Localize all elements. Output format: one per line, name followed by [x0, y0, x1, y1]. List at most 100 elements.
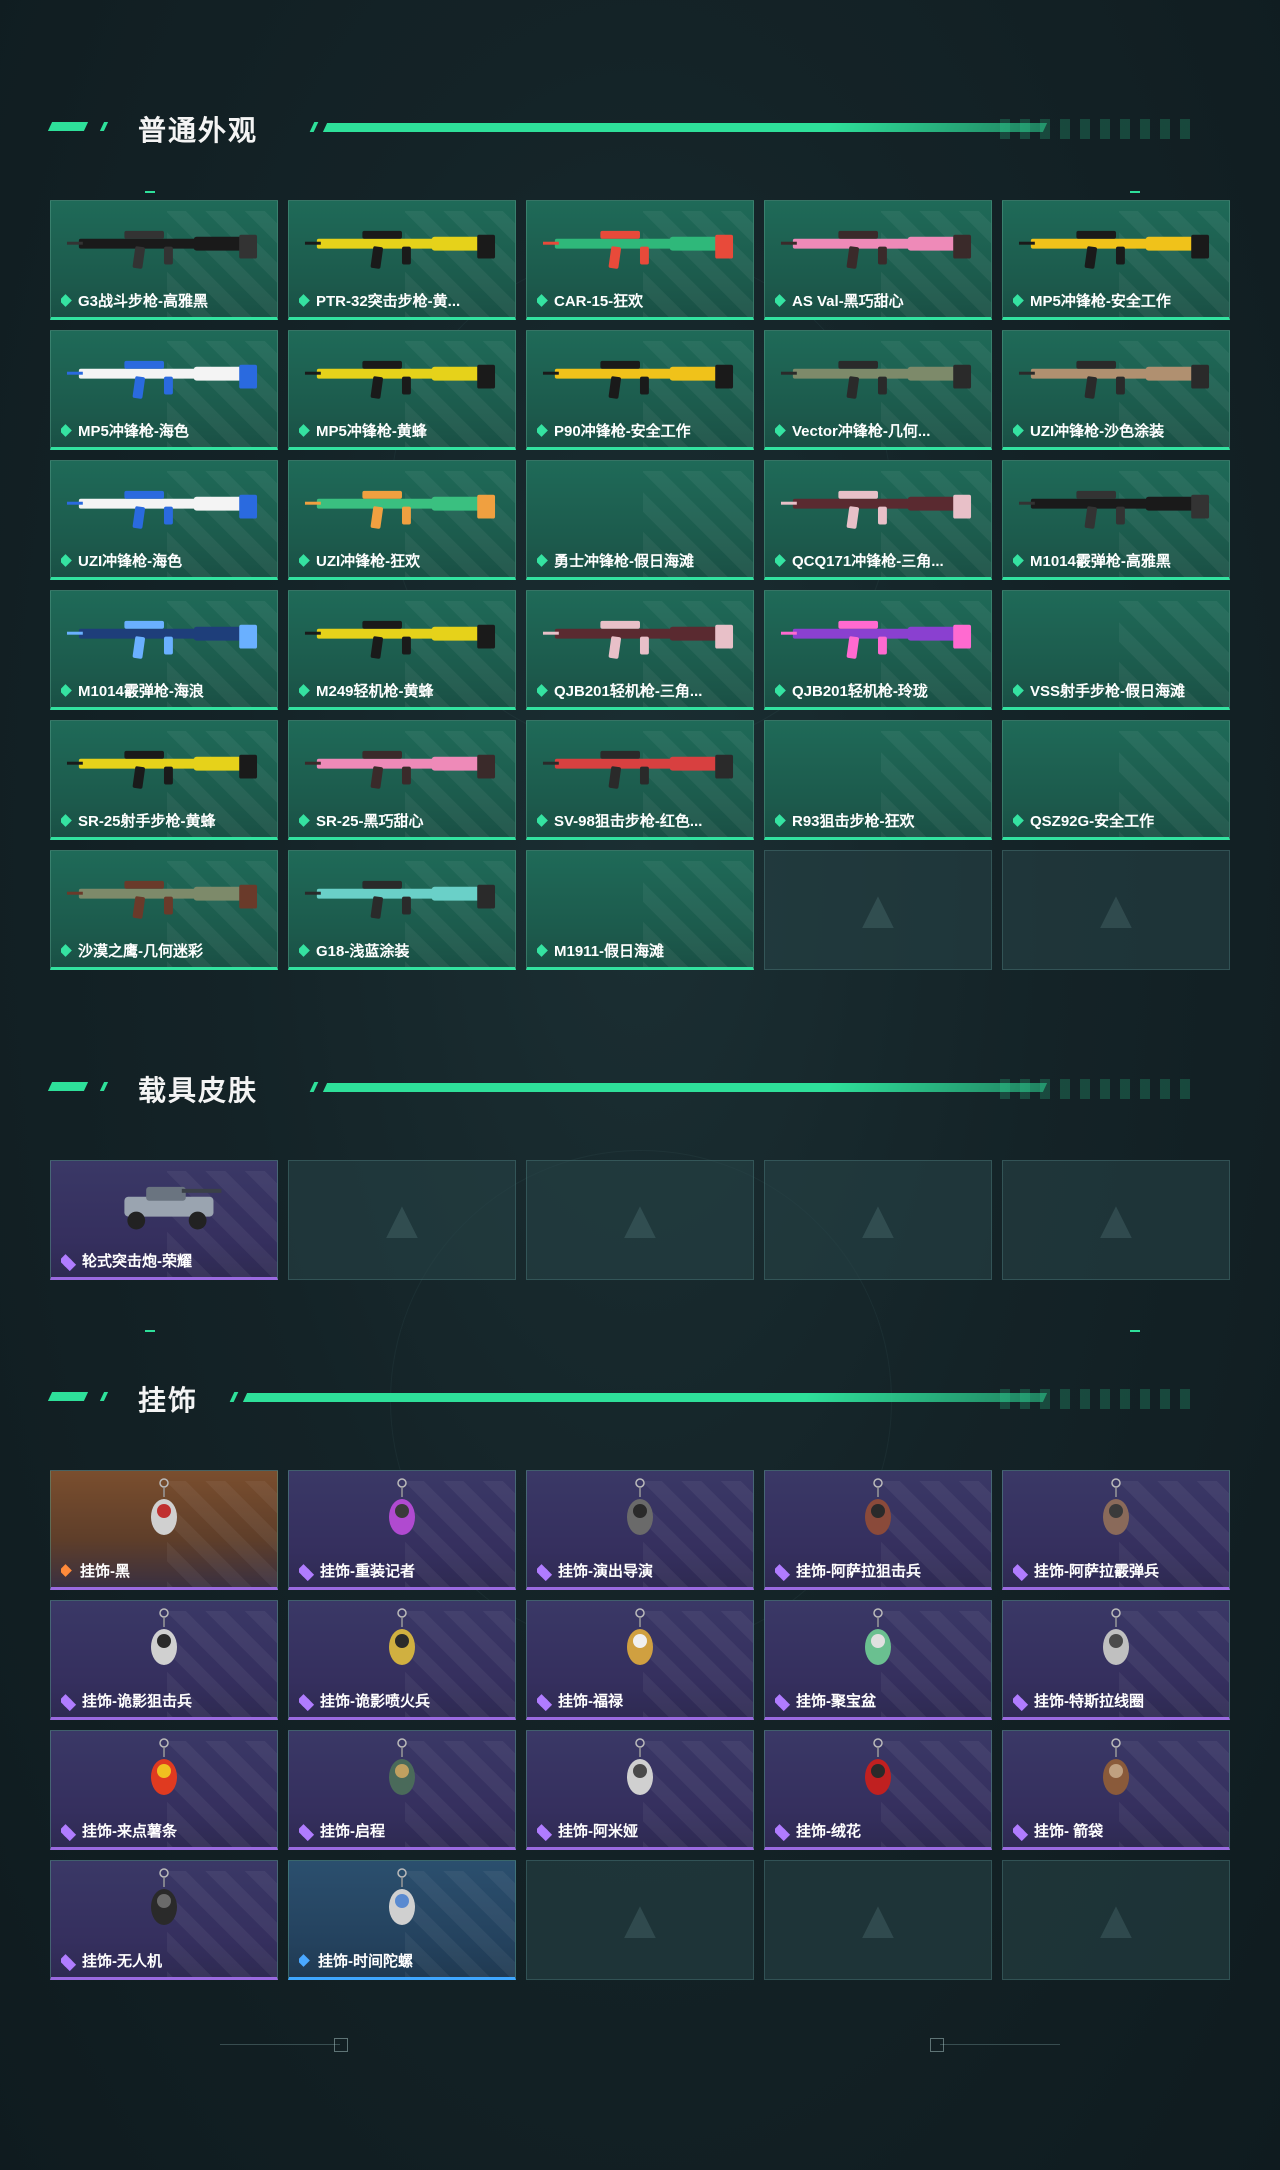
item-name: Vector冲锋枪-几何... [792, 423, 931, 440]
weapon-skin-card[interactable]: SR-25射手步枪-黄蜂 [50, 720, 278, 840]
charm-card[interactable]: 挂饰-福禄 [526, 1600, 754, 1720]
corner-tick [1130, 1330, 1140, 1332]
item-name: R93狙击步枪-狂欢 [792, 813, 915, 830]
weapon-skin-card[interactable]: CAR-15-狂欢 [526, 200, 754, 320]
section-title: 挂饰 [138, 1385, 199, 1416]
weapon-image [1018, 360, 1210, 399]
charm-card[interactable]: 挂饰-阿萨拉霰弹兵 [1002, 1470, 1230, 1590]
item-name: 挂饰-黑 [80, 1563, 130, 1580]
charm-card[interactable]: 挂饰-聚宝盆 [764, 1600, 992, 1720]
section-header: 挂饰 [47, 1377, 1230, 1417]
charm-card[interactable]: 挂饰-诡影狙击兵 [50, 1600, 278, 1720]
weapon-skin-card[interactable]: QCQ171冲锋枪-三角... [764, 460, 992, 580]
weapon-skin-card[interactable]: R93狙击步枪-狂欢 [764, 720, 992, 840]
rarity-diamond-icon [299, 684, 310, 697]
item-name: MP5冲锋枪-黄蜂 [316, 423, 427, 440]
charm-card[interactable]: 挂饰-无人机 [50, 1860, 278, 1980]
charm-card[interactable]: 挂饰-绒花 [764, 1730, 992, 1850]
weapon-skin-card[interactable]: G18-浅蓝涂装 [288, 850, 516, 970]
item-label: G3战斗步枪-高雅黑 [61, 290, 269, 311]
charm-card[interactable]: 挂饰-阿萨拉狙击兵 [764, 1470, 992, 1590]
charm-image [1103, 1738, 1129, 1795]
weapon-skin-card[interactable]: SV-98狙击步枪-红色... [526, 720, 754, 840]
rarity-diamond-icon [1013, 1694, 1024, 1707]
charm-card[interactable]: 挂饰- 箭袋 [1002, 1730, 1230, 1850]
corner-tick [1130, 191, 1140, 193]
charm-card[interactable]: 挂饰-黑 [50, 1470, 278, 1590]
item-label: 挂饰-来点薯条 [61, 1820, 269, 1841]
charm-card[interactable]: 挂饰-时间陀螺 [288, 1860, 516, 1980]
weapon-skin-card[interactable]: M1911-假日海滩 [526, 850, 754, 970]
item-label: M249轻机枪-黄蜂 [299, 680, 507, 701]
charm-card[interactable]: 挂饰-启程 [288, 1730, 516, 1850]
item-name: M1911-假日海滩 [554, 943, 665, 960]
weapon-skin-card[interactable]: PTR-32突击步枪-黄... [288, 200, 516, 320]
item-name: 挂饰-特斯拉线圈 [1034, 1693, 1144, 1710]
item-label: VSS射手步枪-假日海滩 [1013, 680, 1221, 701]
item-label: 挂饰-绒花 [775, 1820, 983, 1841]
weapon-image-wrap [65, 475, 263, 531]
item-name: VSS射手步枪-假日海滩 [1030, 683, 1186, 700]
vehicle-skin-card[interactable]: 轮式突击炮-荣耀 [50, 1160, 278, 1280]
weapon-skin-card[interactable]: M249轻机枪-黄蜂 [288, 590, 516, 710]
weapon-skin-card[interactable]: P90冲锋枪-安全工作 [526, 330, 754, 450]
weapon-skin-card[interactable]: UZI冲锋枪-海色 [50, 460, 278, 580]
item-label: UZI冲锋枪-沙色涂装 [1013, 420, 1221, 441]
rarity-diamond-icon [61, 1954, 72, 1967]
item-name: PTR-32突击步枪-黄... [316, 293, 461, 310]
weapon-image-wrap [303, 475, 501, 531]
placeholder-logo-icon: ▲ [851, 880, 905, 940]
weapon-skin-card[interactable]: VSS射手步枪-假日海滩 [1002, 590, 1230, 710]
charm-card[interactable]: 挂饰-演出导演 [526, 1470, 754, 1590]
header-line-tick [309, 1082, 319, 1092]
charm-card[interactable]: 挂饰-来点薯条 [50, 1730, 278, 1850]
item-label: 挂饰-时间陀螺 [299, 1950, 507, 1971]
item-name: MP5冲锋枪-安全工作 [1030, 293, 1171, 310]
weapon-skin-card[interactable]: MP5冲锋枪-海色 [50, 330, 278, 450]
charm-image [627, 1608, 653, 1665]
charm-card[interactable]: 挂饰-阿米娅 [526, 1730, 754, 1850]
weapon-skin-card[interactable]: M1014霰弹枪-高雅黑 [1002, 460, 1230, 580]
item-label: 挂饰-无人机 [61, 1950, 269, 1971]
charm-card[interactable]: 挂饰-特斯拉线圈 [1002, 1600, 1230, 1720]
rarity-diamond-icon [775, 294, 786, 307]
item-name: UZI冲锋枪-海色 [78, 553, 183, 570]
item-label: PTR-32突击步枪-黄... [299, 290, 507, 311]
rarity-diamond-icon [775, 684, 786, 697]
weapon-skin-card[interactable]: SR-25-黑巧甜心 [288, 720, 516, 840]
item-label: 挂饰-阿米娅 [537, 1820, 745, 1841]
rarity-diamond-icon [775, 1564, 786, 1577]
weapon-skin-card[interactable]: MP5冲锋枪-黄蜂 [288, 330, 516, 450]
empty-slot: ▲ [764, 850, 992, 970]
weapon-skin-card[interactable]: M1014霰弹枪-海浪 [50, 590, 278, 710]
weapon-skin-card[interactable]: MP5冲锋枪-安全工作 [1002, 200, 1230, 320]
item-name: 挂饰-来点薯条 [82, 1823, 177, 1840]
section-header: 载具皮肤 [47, 1067, 1230, 1107]
item-label: SV-98狙击步枪-红色... [537, 810, 745, 831]
weapon-skin-card[interactable]: 沙漠之鹰-几何迷彩 [50, 850, 278, 970]
weapon-skin-card[interactable]: QSZ92G-安全工作 [1002, 720, 1230, 840]
item-name: UZI冲锋枪-狂欢 [316, 553, 421, 570]
weapon-skin-card[interactable]: UZI冲锋枪-狂欢 [288, 460, 516, 580]
weapon-skin-card[interactable]: QJB201轻机枪-玲珑 [764, 590, 992, 710]
item-label: 挂饰-聚宝盆 [775, 1690, 983, 1711]
weapon-skin-card[interactable]: G3战斗步枪-高雅黑 [50, 200, 278, 320]
item-name: 挂饰- 箭袋 [1034, 1823, 1104, 1840]
item-name: 挂饰-阿萨拉狙击兵 [796, 1563, 921, 1580]
item-name: 挂饰-演出导演 [558, 1563, 653, 1580]
item-label: QJB201轻机枪-玲珑 [775, 680, 983, 701]
item-label: UZI冲锋枪-海色 [61, 550, 269, 571]
weapon-skin-card[interactable]: 勇士冲锋枪-假日海滩 [526, 460, 754, 580]
weapon-skin-card[interactable]: QJB201轻机枪-三角... [526, 590, 754, 710]
weapon-image [304, 360, 496, 399]
charm-card[interactable]: 挂饰-重装记者 [288, 1470, 516, 1590]
weapon-skin-card[interactable]: Vector冲锋枪-几何... [764, 330, 992, 450]
header-accent-tick [99, 1392, 109, 1401]
weapon-image-wrap [779, 345, 977, 401]
weapon-image-wrap [541, 735, 739, 791]
weapon-skin-card[interactable]: UZI冲锋枪-沙色涂装 [1002, 330, 1230, 450]
weapon-skin-card[interactable]: AS Val-黑巧甜心 [764, 200, 992, 320]
weapon-image [66, 230, 258, 269]
charm-card[interactable]: 挂饰-诡影喷火兵 [288, 1600, 516, 1720]
charm-grid: 挂饰-黑 挂饰-重装记者 挂饰-演出导演 挂饰-阿萨拉狙击兵 挂饰-阿萨拉霰弹兵挂饰-诡… [50, 1470, 1230, 1980]
